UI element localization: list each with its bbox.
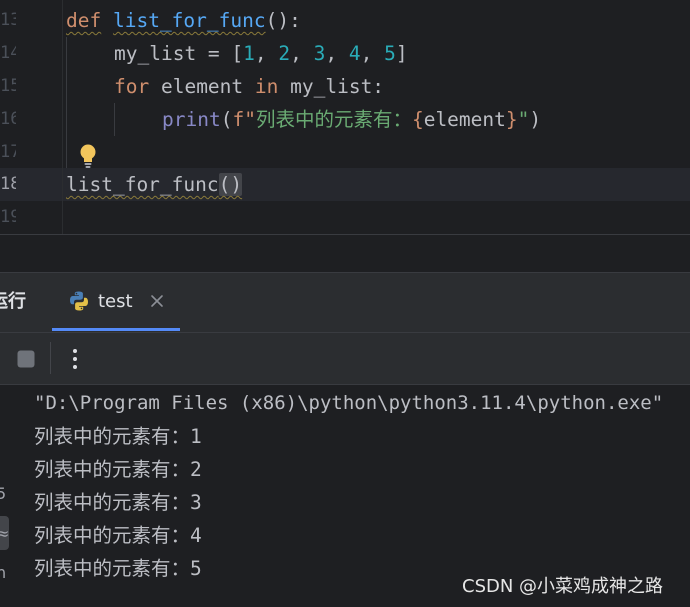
number-literal: 4 (348, 42, 361, 65)
run-window-title: 运行 (0, 291, 26, 312)
code-text: element (149, 75, 255, 98)
function-name: list_for_func (112, 9, 266, 32)
console-output-line: 列表中的元素有：3 (34, 491, 202, 514)
console-output-line: 列表中的元素有：4 (34, 524, 202, 547)
code-punct: ) (529, 108, 542, 131)
close-icon[interactable] (148, 292, 166, 310)
code-line-13[interactable]: def list_for_func(): (66, 4, 301, 37)
keyword-for: for (114, 75, 150, 98)
indent-guide (114, 103, 115, 136)
console-output-line: 列表中的元素有：5 (34, 557, 202, 580)
run-toolbar (0, 332, 690, 385)
number-literal: 2 (278, 42, 291, 65)
fstring-brace: } (505, 108, 518, 131)
string-quote: " (517, 108, 530, 131)
number-literal: 3 (313, 42, 326, 65)
line-number: 19 (0, 207, 16, 227)
side-toolbar-glyph[interactable]: n (0, 560, 10, 586)
fstring-prefix: f" (232, 108, 256, 131)
keyword-def: def (66, 9, 102, 32)
string-literal: 列表中的元素有： (255, 108, 412, 131)
call-parens: () (218, 173, 243, 196)
number-literal: 5 (384, 42, 396, 65)
line-number-gutter: 13 14 15 16 17 18 19 (0, 0, 62, 234)
keyword-in: in (254, 75, 279, 98)
tab-label: test (98, 291, 133, 312)
function-call: list_for_func (66, 173, 219, 196)
console-output-line: 列表中的元素有：1 (34, 425, 202, 448)
code-punct: (): (265, 9, 301, 32)
line-number: 14 (0, 43, 16, 63)
lightbulb-icon[interactable] (78, 143, 98, 169)
code-text: ] (395, 42, 408, 65)
code-line-14[interactable]: my_list = [1, 2, 3, 4, 5] (114, 37, 408, 70)
builtin-print: print (162, 108, 221, 131)
indent-guide (66, 37, 67, 168)
toolbar-divider (50, 342, 51, 374)
line-number: 17 (0, 142, 16, 162)
tab-active-indicator (52, 328, 180, 331)
console-output-line: 列表中的元素有：2 (34, 458, 202, 481)
console-output-line: "D:\Program Files (x86)\python\python3.1… (34, 392, 664, 414)
line-number: 16 (0, 109, 16, 129)
panel-gap (0, 235, 690, 272)
code-line-18[interactable]: list_for_func() (66, 168, 243, 201)
code-sep: , (290, 42, 314, 65)
code-sep: , (325, 42, 349, 65)
line-number-current: 18 (0, 174, 16, 194)
side-toolbar-glyph[interactable]: 5 (0, 481, 10, 507)
code-punct: ( (220, 108, 233, 131)
fstring-brace: { (411, 108, 424, 131)
csdn-watermark: CSDN @小菜鸡成神之路 (462, 576, 664, 597)
code-line-16[interactable]: print(f"列表中的元素有：{element}") (162, 103, 541, 136)
gutter-divider (62, 0, 63, 234)
line-number: 13 (0, 10, 16, 30)
side-toolbar-glyph[interactable]: ≈ (0, 521, 10, 547)
code-sep: , (360, 42, 385, 65)
python-icon (68, 290, 90, 312)
code-text: my_list: (278, 75, 385, 98)
code-text: my_list = [ (114, 42, 244, 65)
code-sep: , (254, 42, 279, 65)
line-number: 15 (0, 76, 16, 96)
stop-icon[interactable] (16, 349, 36, 369)
more-vertical-icon[interactable] (66, 346, 84, 372)
code-line-15[interactable]: for element in my_list: (114, 70, 384, 103)
number-literal: 1 (243, 42, 255, 65)
fstring-expression: element (423, 108, 506, 131)
